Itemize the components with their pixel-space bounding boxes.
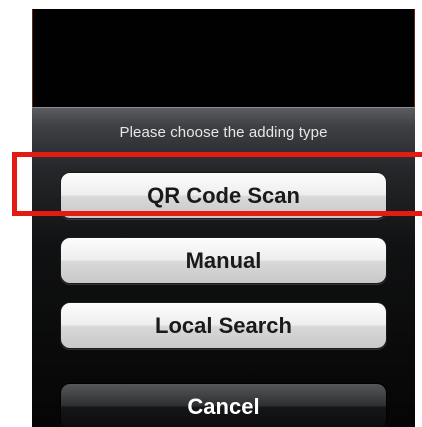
qr-code-scan-button[interactable]: QR Code Scan <box>60 172 387 219</box>
action-sheet-title: Please choose the adding type <box>119 124 328 141</box>
cancel-button[interactable]: Cancel <box>60 383 387 427</box>
phone-screen: Please choose the adding type QR Code Sc… <box>32 9 415 427</box>
manual-button[interactable]: Manual <box>60 237 387 284</box>
highlight-left-edge <box>12 152 17 216</box>
local-search-button[interactable]: Local Search <box>60 302 387 349</box>
background-view <box>32 9 415 107</box>
action-sheet: Please choose the adding type QR Code Sc… <box>32 107 415 427</box>
